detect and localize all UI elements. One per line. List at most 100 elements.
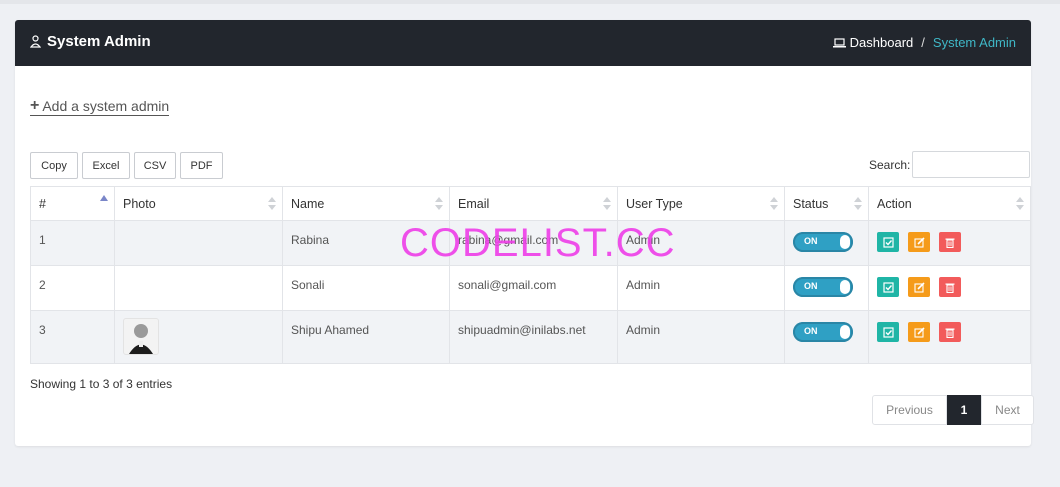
status-toggle-label: ON bbox=[804, 326, 818, 336]
cell-user-type: Admin bbox=[617, 310, 785, 364]
add-system-admin-label: Add a system admin bbox=[42, 98, 170, 114]
column-status-label: Status bbox=[793, 196, 829, 211]
export-buttons: Copy Excel CSV PDF bbox=[30, 152, 227, 179]
breadcrumb-separator: / bbox=[921, 35, 925, 50]
status-toggle[interactable]: ON bbox=[793, 232, 853, 252]
table-row: 3 Shipu Ahamed shipuadmin@inilabs.net Ad… bbox=[30, 310, 1031, 364]
toggle-knob bbox=[840, 325, 850, 339]
column-email[interactable]: Email bbox=[449, 186, 618, 221]
check-square-icon bbox=[882, 281, 894, 293]
cell-photo bbox=[114, 220, 283, 266]
sort-icon bbox=[268, 197, 276, 211]
column-user-type-label: User Type bbox=[626, 196, 683, 211]
search-input[interactable] bbox=[912, 151, 1031, 178]
user-icon bbox=[30, 35, 41, 48]
edit-icon bbox=[913, 281, 925, 293]
table-row: 1 Rabina rabina@gmail.com Admin ON bbox=[30, 220, 1031, 266]
toggle-knob bbox=[840, 280, 850, 294]
sort-icon bbox=[603, 197, 611, 211]
cell-name: Shipu Ahamed bbox=[282, 310, 450, 364]
cell-number: 2 bbox=[30, 265, 115, 311]
sort-icon bbox=[770, 197, 778, 211]
cell-status: ON bbox=[784, 265, 869, 311]
pdf-button[interactable]: PDF bbox=[180, 152, 223, 179]
breadcrumb-current: System Admin bbox=[932, 35, 1016, 50]
view-button[interactable] bbox=[877, 232, 899, 252]
admin-table: # Photo Name Email User Type Status Acti… bbox=[30, 186, 1031, 364]
table-row: 2 Sonali sonali@gmail.com Admin ON bbox=[30, 265, 1031, 311]
trash-icon bbox=[945, 328, 955, 338]
sort-icon bbox=[854, 197, 862, 211]
page-title-text: System Admin bbox=[47, 33, 151, 50]
delete-button[interactable] bbox=[939, 277, 961, 297]
check-square-icon bbox=[882, 236, 894, 248]
cell-email: sonali@gmail.com bbox=[449, 265, 618, 311]
copy-button[interactable]: Copy bbox=[30, 152, 78, 179]
next-page-button[interactable]: Next bbox=[981, 395, 1034, 425]
laptop-icon bbox=[832, 37, 846, 47]
previous-page-button[interactable]: Previous bbox=[872, 395, 947, 425]
edit-icon bbox=[913, 326, 925, 338]
cell-actions bbox=[868, 220, 1031, 266]
delete-button[interactable] bbox=[939, 232, 961, 252]
column-status[interactable]: Status bbox=[784, 186, 869, 221]
page-title: System Admin bbox=[30, 33, 151, 50]
column-action-label: Action bbox=[877, 196, 912, 211]
edit-button[interactable] bbox=[908, 277, 930, 297]
sort-ascending-icon bbox=[100, 195, 108, 201]
excel-button[interactable]: Excel bbox=[82, 152, 130, 179]
column-number[interactable]: # bbox=[30, 186, 115, 221]
status-toggle-label: ON bbox=[804, 281, 818, 291]
column-action[interactable]: Action bbox=[868, 186, 1031, 221]
trash-icon bbox=[945, 283, 955, 293]
cell-photo bbox=[114, 265, 283, 311]
delete-button[interactable] bbox=[939, 322, 961, 342]
csv-button[interactable]: CSV bbox=[134, 152, 176, 179]
status-toggle[interactable]: ON bbox=[793, 322, 853, 342]
column-photo[interactable]: Photo bbox=[114, 186, 283, 221]
sort-icon bbox=[435, 197, 443, 211]
cell-number: 1 bbox=[30, 220, 115, 266]
status-toggle[interactable]: ON bbox=[793, 277, 853, 297]
cell-status: ON bbox=[784, 310, 869, 364]
column-number-label: # bbox=[39, 196, 46, 211]
cell-name: Sonali bbox=[282, 265, 450, 311]
view-button[interactable] bbox=[877, 277, 899, 297]
column-name[interactable]: Name bbox=[282, 186, 450, 221]
column-photo-label: Photo bbox=[123, 196, 156, 211]
content-card: System Admin Dashboard / System Admin + … bbox=[15, 20, 1034, 446]
edit-button[interactable] bbox=[908, 322, 930, 342]
view-button[interactable] bbox=[877, 322, 899, 342]
page-header: System Admin Dashboard / System Admin bbox=[15, 20, 1031, 66]
table-info: Showing 1 to 3 of 3 entries bbox=[30, 377, 173, 391]
avatar bbox=[123, 318, 159, 355]
edit-icon bbox=[913, 236, 925, 248]
breadcrumb-dashboard[interactable]: Dashboard bbox=[832, 35, 914, 50]
cell-photo bbox=[114, 310, 283, 364]
cell-status: ON bbox=[784, 220, 869, 266]
top-strip bbox=[0, 0, 1060, 4]
table-header-row: # Photo Name Email User Type Status Acti… bbox=[30, 186, 1031, 221]
cell-actions bbox=[868, 265, 1031, 311]
cell-user-type: Admin bbox=[617, 265, 785, 311]
search-area: Search: bbox=[869, 151, 1031, 178]
add-system-admin-link[interactable]: + Add a system admin bbox=[30, 97, 170, 116]
column-email-label: Email bbox=[458, 196, 490, 211]
page-1-button[interactable]: 1 bbox=[947, 395, 981, 425]
cell-email: shipuadmin@inilabs.net bbox=[449, 310, 618, 364]
cell-actions bbox=[868, 310, 1031, 364]
trash-icon bbox=[945, 238, 955, 248]
column-user-type[interactable]: User Type bbox=[617, 186, 785, 221]
column-name-label: Name bbox=[291, 196, 325, 211]
cell-name: Rabina bbox=[282, 220, 450, 266]
toggle-knob bbox=[840, 235, 850, 249]
search-label: Search: bbox=[869, 157, 911, 172]
edit-button[interactable] bbox=[908, 232, 930, 252]
breadcrumb-dashboard-label: Dashboard bbox=[849, 35, 914, 50]
pagination: Previous 1 Next bbox=[872, 395, 1034, 425]
breadcrumb: Dashboard / System Admin bbox=[832, 35, 1016, 50]
cell-user-type: Admin bbox=[617, 220, 785, 266]
plus-icon: + bbox=[30, 97, 40, 114]
sort-icon bbox=[1016, 197, 1024, 211]
check-square-icon bbox=[882, 326, 894, 338]
